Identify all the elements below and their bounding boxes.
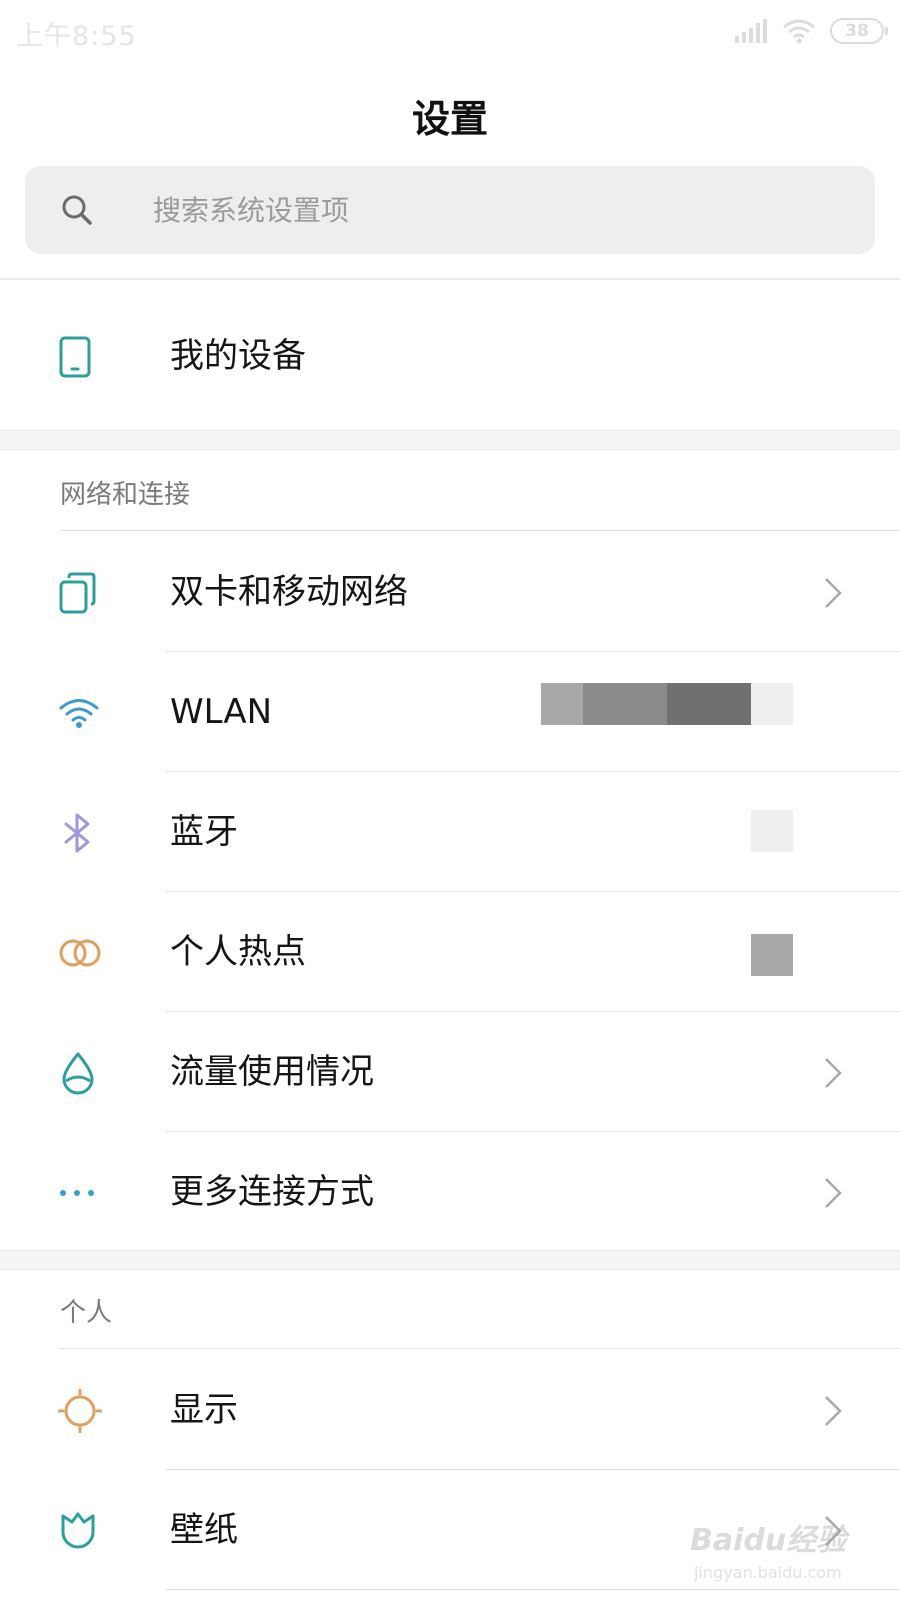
display-label: 显示 (170, 1390, 238, 1430)
wifi-status-icon (783, 19, 815, 44)
hotspot-toggle[interactable] (751, 934, 793, 976)
chevron-right-icon (825, 1058, 842, 1088)
redacted-status (667, 683, 751, 725)
bluetooth-toggle[interactable] (751, 810, 793, 852)
search-input[interactable] (153, 166, 833, 254)
divider (60, 530, 900, 531)
bluetooth-icon (58, 812, 112, 854)
search-box[interactable] (25, 166, 875, 254)
redacted-status (751, 683, 793, 725)
section-header-network: 网络和连接 (60, 480, 191, 510)
wifi-icon (58, 692, 112, 734)
hotspot-label: 个人热点 (170, 932, 306, 972)
data-usage-label: 流量使用情况 (170, 1052, 374, 1092)
signal-icon (735, 19, 767, 43)
section-gap (0, 430, 900, 450)
section-gap (0, 1250, 900, 1270)
sidebar-item-wlan[interactable]: WLAN (0, 652, 900, 772)
page-title: 设置 (411, 97, 488, 141)
redacted-status (541, 683, 583, 725)
chevron-right-icon (825, 578, 842, 608)
status-time: 上午8:55 (16, 21, 137, 52)
chevron-right-icon (825, 1396, 842, 1426)
my-device-row[interactable]: 我的设备 (0, 296, 900, 416)
status-bar: 上午8:55 38 (0, 0, 900, 62)
phone-icon (58, 336, 112, 378)
wlan-label: WLAN (170, 692, 273, 732)
watermark: Baidu经验 jingyan.baidu.com (690, 1505, 890, 1595)
more-connections-icon (58, 1172, 112, 1214)
sidebar-item-display[interactable]: 显示 (0, 1350, 900, 1470)
display-icon (58, 1389, 112, 1433)
more-connections-label: 更多连接方式 (170, 1172, 374, 1212)
data-usage-icon (58, 1052, 112, 1095)
watermark-url: jingyan.baidu.com (694, 1563, 842, 1582)
search-icon (62, 195, 92, 225)
my-device-label: 我的设备 (170, 336, 306, 376)
sidebar-item-data-usage[interactable]: 流量使用情况 (0, 1012, 900, 1132)
watermark-brand: Baidu经验 (690, 1523, 847, 1558)
sidebar-item-bluetooth[interactable]: 蓝牙 (0, 772, 900, 892)
sidebar-item-more-connections[interactable]: 更多连接方式 (0, 1132, 900, 1252)
redacted-status (583, 683, 667, 725)
hotspot-icon (58, 932, 112, 974)
section-header-personal: 个人 (60, 1298, 113, 1328)
divider (0, 278, 900, 280)
sidebar-item-hotspot[interactable]: 个人热点 (0, 892, 900, 1012)
wallpaper-label: 壁纸 (170, 1510, 238, 1550)
sidebar-item-dual-sim[interactable]: 双卡和移动网络 (0, 532, 900, 652)
dual-sim-label: 双卡和移动网络 (170, 572, 408, 612)
wallpaper-icon (58, 1510, 112, 1552)
chevron-right-icon (825, 1178, 842, 1208)
dual-sim-icon (58, 572, 112, 614)
battery-indicator: 38 (830, 18, 888, 44)
bluetooth-label: 蓝牙 (170, 812, 238, 852)
status-icons: 38 (734, 16, 888, 46)
divider (60, 1348, 900, 1349)
